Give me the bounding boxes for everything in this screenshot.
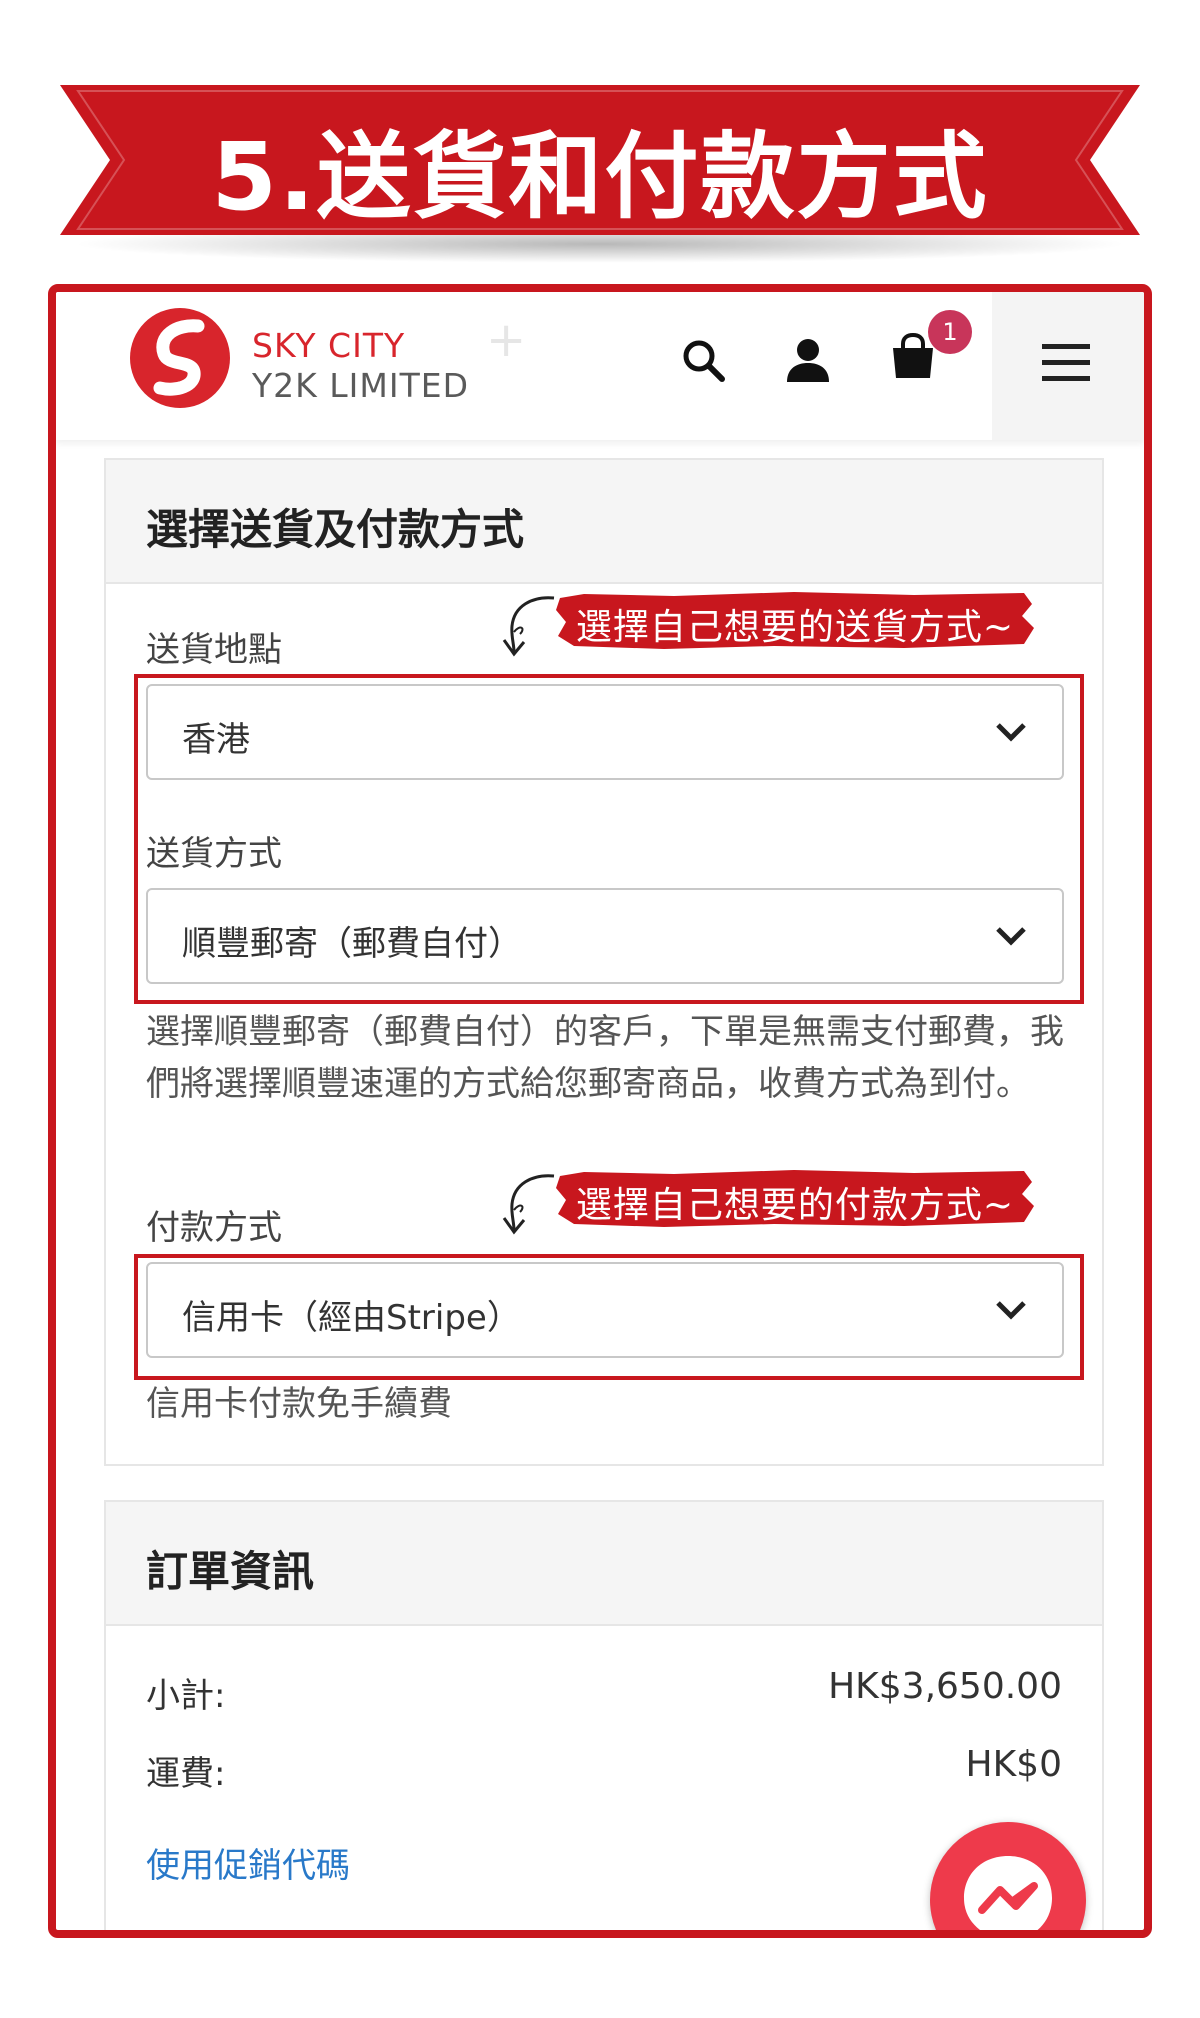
brand-name-line1: SKY CITY: [252, 326, 406, 365]
messenger-icon: [964, 1856, 1052, 1930]
banner-title: 5.送貨和付款方式: [211, 123, 989, 232]
payment-method-help: 信用卡付款免手續費: [146, 1384, 452, 1424]
delivery-location-label: 送貨地點: [146, 630, 282, 670]
subtotal-label: 小計:: [146, 1676, 226, 1716]
shipping-fee-label: 運費:: [146, 1754, 226, 1794]
payment-highlight-box: [134, 1254, 1084, 1380]
curved-arrow-icon: [502, 596, 555, 657]
promo-code-link[interactable]: 使用促銷代碼: [146, 1838, 350, 1887]
site-header: SKY CITY Y2K LIMITED + 1: [56, 292, 1144, 440]
brand-logo-icon[interactable]: [128, 306, 232, 410]
card-title: 選擇送貨及付款方式: [146, 505, 525, 554]
subtotal-value: HK$3,650.00: [828, 1666, 1062, 1707]
search-icon[interactable]: [679, 336, 727, 384]
payment-annotation-text: 選擇自己想要的付款方式~: [575, 1185, 1015, 1226]
screenshot-frame: SKY CITY Y2K LIMITED + 1 選擇送貨及付款方式 送貨地點: [48, 284, 1152, 1938]
shipping-highlight-box: [134, 674, 1084, 1004]
user-icon[interactable]: [784, 336, 832, 384]
shipping-annotation: 選擇自己想要的送貨方式~: [554, 588, 1036, 652]
menu-button[interactable]: [992, 292, 1144, 440]
shipping-fee-value: HK$0: [965, 1744, 1063, 1785]
delivery-method-help: 選擇順豐郵寄（郵費自付）的客戶，下單是無需支付郵費，我們將選擇順豐速運的方式給您…: [146, 1012, 1064, 1104]
shipping-annotation-text: 選擇自己想要的送貨方式~: [575, 607, 1015, 648]
hamburger-menu-icon: [1042, 344, 1090, 381]
payment-annotation: 選擇自己想要的付款方式~: [554, 1166, 1036, 1230]
curved-arrow-icon: [502, 1174, 555, 1235]
faded-plus-icon: +: [486, 312, 527, 368]
cart-count-badge: 1: [928, 310, 972, 354]
card-title: 訂單資訊: [146, 1547, 315, 1596]
title-banner: 5.送貨和付款方式: [60, 85, 1140, 263]
brand-name-line2: Y2K LIMITED: [252, 366, 470, 405]
payment-method-label: 付款方式: [146, 1208, 282, 1248]
